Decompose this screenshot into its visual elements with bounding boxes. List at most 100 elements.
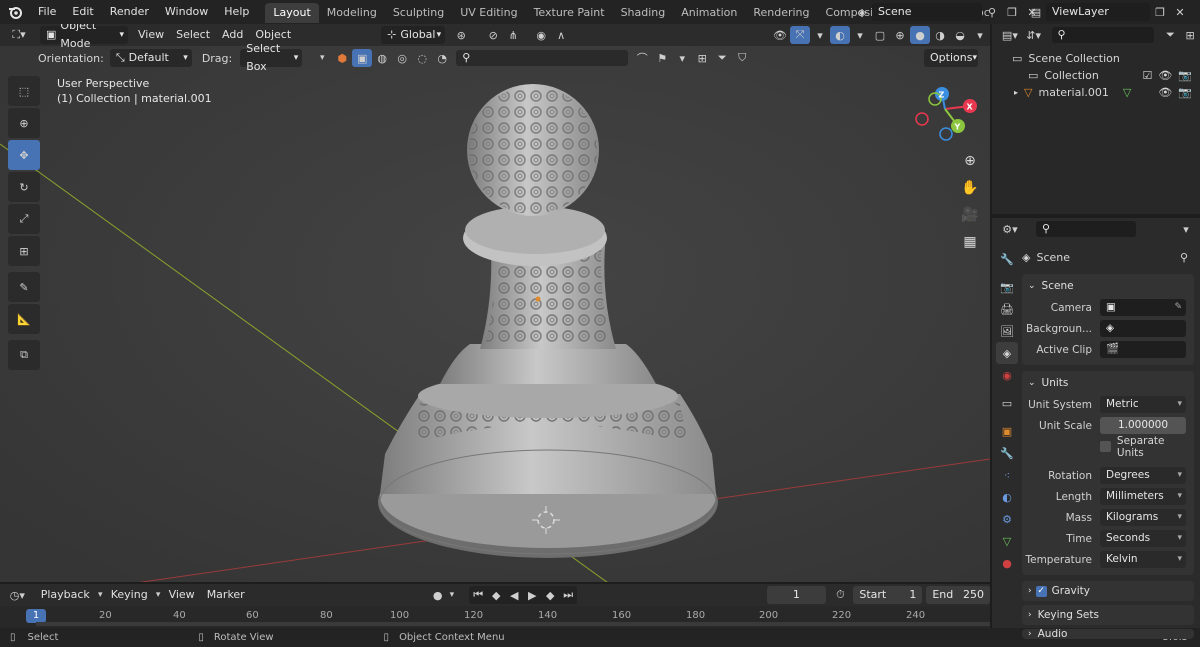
unit-scale-field[interactable]: 1.000000 — [1100, 417, 1186, 434]
annotate-tool-icon[interactable]: ✎ — [8, 272, 40, 302]
timeline-editor-icon[interactable]: ◷▾ — [4, 586, 31, 604]
tab-rendering[interactable]: Rendering — [745, 3, 817, 23]
particles-tab-icon[interactable]: ⁖ — [996, 464, 1018, 486]
scene-name-field[interactable]: Scene — [872, 3, 982, 21]
affect-only-icon[interactable]: ⊞ — [692, 49, 712, 67]
camera-view-icon[interactable]: 🎥 — [957, 202, 983, 228]
modifiers-tab-icon[interactable]: 🔧 — [996, 442, 1018, 464]
add-cube-tool-icon[interactable]: ⧉ — [8, 340, 40, 370]
editor-type-icon[interactable]: ⛶▾ — [4, 26, 34, 44]
units-panel-header[interactable]: ⌄ Units — [1022, 373, 1194, 393]
cursor-tool-icon[interactable]: ⊕ — [8, 108, 40, 138]
play-reverse-icon[interactable]: ◀ — [505, 586, 523, 604]
snap-icon[interactable]: ⊘ — [483, 26, 503, 44]
world-tab-icon[interactable]: ◉ — [996, 364, 1018, 386]
timeline-menu-marker[interactable]: Marker — [201, 585, 251, 605]
timeline-menu-keying[interactable]: Keying — [105, 585, 154, 605]
view-layer-icon[interactable]: ▤ — [1026, 3, 1046, 21]
end-frame-field[interactable]: End 250 — [926, 586, 990, 604]
tool-tab-icon[interactable]: 🔧 — [996, 248, 1018, 270]
blender-logo-icon[interactable] — [0, 3, 30, 21]
rotate-tool-icon[interactable]: ↻ — [8, 172, 40, 202]
chevron-down-icon[interactable]: ▾ — [810, 26, 830, 44]
visibility-icon[interactable]: 👁 — [770, 26, 790, 44]
eye-icon[interactable]: 👁 — [1158, 84, 1172, 101]
menu-file[interactable]: File — [30, 0, 64, 24]
proportional-edit-icon[interactable]: ◉ — [531, 26, 551, 44]
length-dropdown[interactable]: Millimeters ▾ — [1100, 488, 1186, 505]
play-icon[interactable]: ▶ — [523, 586, 541, 604]
chevron-down-icon[interactable]: ▾ — [312, 49, 332, 67]
new-scene-icon[interactable]: ❐ — [1002, 3, 1022, 21]
time-dropdown[interactable]: Seconds ▾ — [1100, 530, 1186, 547]
transform-tool-icon[interactable]: ⊞ — [8, 236, 40, 266]
tab-modeling[interactable]: Modeling — [319, 3, 385, 23]
measure-tool-icon[interactable]: 📐 — [8, 304, 40, 334]
transform-orientation-dropdown[interactable]: ⊹ Global ▾ — [381, 26, 446, 44]
camera-field[interactable]: ▣ ✎ — [1100, 299, 1186, 316]
funnel-icon[interactable]: ⏷ — [712, 49, 732, 67]
mass-dropdown[interactable]: Kilograms ▾ — [1100, 509, 1186, 526]
chevron-down-icon[interactable]: ▾ — [970, 26, 990, 44]
scene-panel-header[interactable]: ⌄ Scene — [1022, 276, 1194, 296]
zoom-icon[interactable]: ⊕ — [957, 148, 983, 174]
outliner-row-collection[interactable]: ▭ Collection ☑ 👁 📷 — [1012, 67, 1200, 84]
delete-view-layer-icon[interactable]: ✕ — [1170, 3, 1190, 21]
output-tab-icon[interactable]: 🖨 — [996, 298, 1018, 320]
data-tab-icon[interactable]: ▽ — [996, 530, 1018, 552]
menu-edit[interactable]: Edit — [64, 0, 101, 24]
eyedropper-icon[interactable]: ✎ — [1174, 299, 1182, 316]
xray-icon[interactable]: ▢ — [870, 26, 890, 44]
properties-search-input[interactable]: ⚲ — [1036, 221, 1136, 237]
move-tool-icon[interactable]: ✥ — [8, 140, 40, 170]
menu-add[interactable]: Add — [216, 25, 249, 45]
menu-window[interactable]: Window — [157, 0, 216, 24]
separate-units-checkbox[interactable] — [1100, 441, 1111, 452]
select-tool-icon[interactable]: ⬚ — [8, 76, 40, 106]
timeline-menu-view[interactable]: View — [163, 585, 201, 605]
stopwatch-icon[interactable]: ⏱ — [832, 586, 850, 604]
next-keyframe-icon[interactable]: ◆ — [541, 586, 559, 604]
active-clip-field[interactable]: 🎬 — [1100, 341, 1186, 358]
timeline-ruler[interactable]: 1 20 40 60 80 100 120 140 160 180 200 22… — [0, 606, 990, 628]
3d-viewport[interactable]: X Y Z ⛶▾ ▣ Object Mode ▾ View Select Add… — [0, 24, 990, 582]
snap-target-icon[interactable]: ⋔ — [503, 26, 523, 44]
falloff-icon[interactable]: ∧ — [551, 26, 571, 44]
outliner-row-object[interactable]: ▸ ▽ material.001 ▽ 👁 📷 — [1012, 84, 1200, 101]
pin-icon[interactable]: ⚲ — [1180, 251, 1188, 264]
camera-render-icon[interactable]: 📷 — [1178, 84, 1192, 101]
orientation-dropdown[interactable]: ⤡ Default ▾ — [109, 49, 192, 67]
outliner-row-scene-collection[interactable]: ▭ Scene Collection — [1012, 50, 1200, 67]
timeline-menu-playback[interactable]: Playback — [35, 585, 96, 605]
shield-icon[interactable]: ⛉ — [732, 49, 752, 67]
collection-tab-icon[interactable]: ▭ — [996, 392, 1018, 414]
rendered-shading-icon[interactable]: ◒ — [950, 26, 970, 44]
jump-start-icon[interactable]: ⏮ — [469, 586, 487, 604]
options-dropdown[interactable]: Options ▾ — [924, 49, 978, 67]
display-mode-icon[interactable]: ⇵▾ — [1024, 26, 1044, 44]
properties-editor-icon[interactable]: ⚙▾ — [1000, 220, 1020, 238]
chevron-down-icon[interactable]: ▾ — [850, 26, 870, 44]
menu-view[interactable]: View — [132, 25, 170, 45]
mode-dropdown[interactable]: ▣ Object Mode ▾ — [40, 24, 128, 50]
tab-shading[interactable]: Shading — [613, 3, 674, 23]
chevron-down-icon[interactable]: ▾ — [1176, 220, 1196, 238]
solid-shading-icon[interactable]: ● — [910, 26, 930, 44]
background-scene-field[interactable]: ◈ — [1100, 320, 1186, 337]
rotation-dropdown[interactable]: Degrees ▾ — [1100, 467, 1186, 484]
select-mode-extend-icon[interactable]: ◍ — [372, 49, 392, 67]
pivot-icon[interactable]: ⊛ — [451, 26, 471, 44]
expand-arrow-icon[interactable]: ▸ — [1014, 84, 1018, 101]
keying-sets-panel-header[interactable]: › Keying Sets — [1022, 605, 1194, 625]
timeline-scrollbar[interactable] — [36, 622, 990, 626]
gravity-panel-header[interactable]: › ✓ Gravity — [1022, 581, 1194, 601]
tab-sculpting[interactable]: Sculpting — [385, 3, 452, 23]
menu-help[interactable]: Help — [216, 0, 257, 24]
scene-icon[interactable]: ◈ — [852, 3, 872, 21]
render-tab-icon[interactable]: 📷 — [996, 276, 1018, 298]
new-view-layer-icon[interactable]: ❐ — [1150, 3, 1170, 21]
grid-perspective-icon[interactable]: ▦ — [957, 229, 983, 255]
start-frame-field[interactable]: Start 1 — [853, 586, 923, 604]
pin-icon[interactable]: ⚲ — [982, 3, 1002, 21]
constraints-tab-icon[interactable]: ⚙ — [996, 508, 1018, 530]
